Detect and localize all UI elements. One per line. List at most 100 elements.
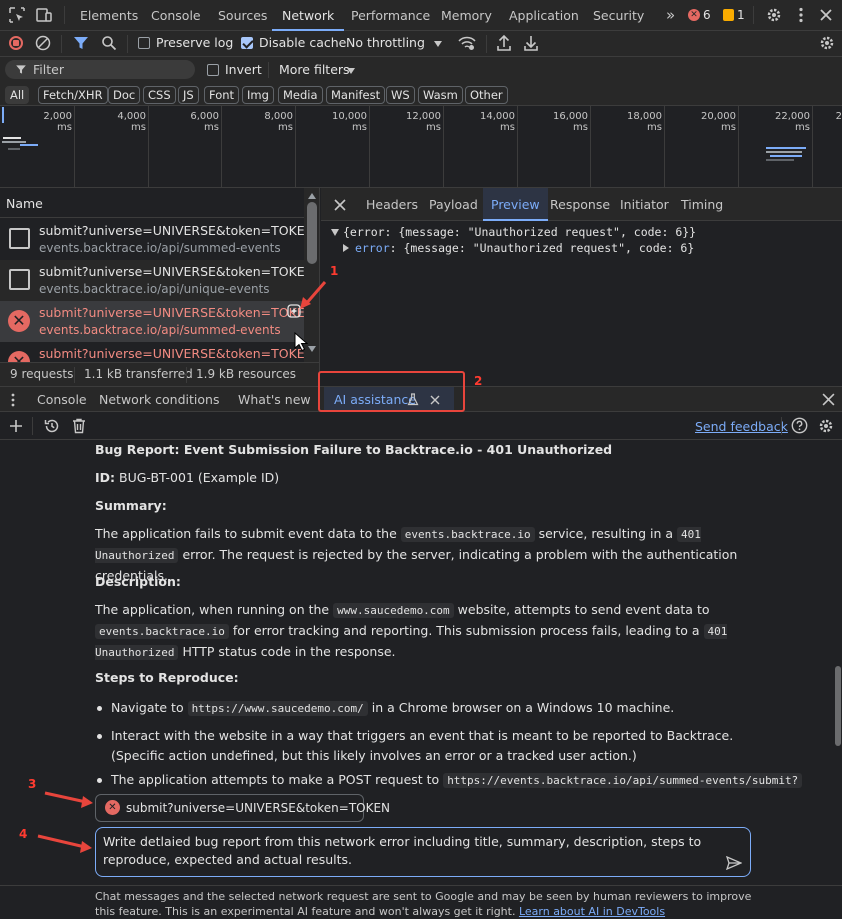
request-url: events.backtrace.io/api/summed-events bbox=[39, 323, 281, 337]
drawer-tab-console[interactable]: Console bbox=[37, 387, 87, 413]
filter-chip-img[interactable]: Img bbox=[242, 86, 274, 104]
send-arrow-icon[interactable] bbox=[726, 856, 742, 870]
network-toolbar: Preserve log Disable cache No throttling bbox=[0, 31, 842, 57]
scrollbar-thumb[interactable] bbox=[307, 202, 317, 264]
help-question-icon[interactable] bbox=[791, 417, 808, 434]
callout-number: 3 bbox=[28, 777, 37, 791]
list-header[interactable]: Name bbox=[0, 188, 304, 218]
invert-checkbox[interactable] bbox=[207, 64, 219, 76]
search-icon[interactable] bbox=[101, 35, 117, 51]
tab-initiator[interactable]: Initiator bbox=[620, 188, 669, 221]
filter-chip-font[interactable]: Font bbox=[204, 86, 240, 104]
tab-elements[interactable]: Elements bbox=[80, 0, 138, 31]
preview-value: : {message: "Unauthorized request", code… bbox=[389, 241, 695, 255]
tab-preview[interactable]: Preview bbox=[483, 188, 548, 221]
close-detail-icon[interactable] bbox=[334, 199, 346, 211]
preserve-log-checkbox[interactable] bbox=[138, 37, 150, 49]
request-row[interactable]: ✕ submit?universe=UNIVERSE&token=TOKEN bbox=[0, 342, 314, 362]
scroll-down-arrow-icon[interactable] bbox=[308, 346, 316, 352]
inspect-element-icon[interactable] bbox=[8, 6, 26, 24]
collapsed-triangle-icon[interactable] bbox=[343, 244, 349, 252]
scroll-up-arrow-icon[interactable] bbox=[308, 193, 316, 199]
close-devtools-icon[interactable] bbox=[817, 6, 835, 24]
filter-chip-all[interactable]: All bbox=[5, 86, 30, 104]
close-drawer-icon[interactable] bbox=[822, 393, 835, 406]
disable-cache-checkbox[interactable] bbox=[241, 37, 253, 49]
preview-key: error bbox=[355, 241, 390, 255]
network-overview-timeline[interactable]: 2,000 ms 4,000 ms 6,000 ms 8,000 ms 10,0… bbox=[0, 106, 842, 188]
error-count[interactable]: 6 bbox=[703, 8, 711, 22]
ai-chat-area: Bug Report: Event Submission Failure to … bbox=[0, 440, 842, 885]
filter-input[interactable]: Filter bbox=[5, 60, 195, 79]
import-har-upload-icon[interactable] bbox=[496, 34, 512, 52]
kebab-menu-icon[interactable] bbox=[792, 6, 810, 24]
description-heading: Description: bbox=[95, 574, 181, 589]
network-conditions-wifi-icon[interactable] bbox=[458, 35, 476, 51]
tab-console[interactable]: Console bbox=[151, 0, 201, 31]
filter-chip-fetch-xhr[interactable]: Fetch/XHR bbox=[38, 86, 108, 104]
tick-label: 6,000 ms bbox=[190, 111, 219, 133]
throttling-select[interactable]: No throttling bbox=[346, 35, 425, 50]
filter-chip-manifest[interactable]: Manifest bbox=[326, 86, 386, 104]
more-filters-button[interactable]: More filters bbox=[279, 62, 350, 77]
new-chat-plus-icon[interactable] bbox=[9, 419, 23, 433]
request-row[interactable]: submit?universe=UNIVERSE&token=TOKEN eve… bbox=[0, 260, 314, 301]
filter-chip-doc[interactable]: Doc bbox=[108, 86, 141, 104]
preview-root-object[interactable]: {error: {message: "Unauthorized request"… bbox=[343, 225, 696, 239]
filter-chip-wasm[interactable]: Wasm bbox=[418, 86, 463, 104]
filter-chip-other[interactable]: Other bbox=[465, 86, 508, 104]
filter-chip-media[interactable]: Media bbox=[278, 86, 323, 104]
more-tabs-icon[interactable]: » bbox=[666, 0, 675, 31]
error-circle-icon: ✕ bbox=[8, 310, 30, 332]
delete-trash-icon[interactable] bbox=[72, 418, 86, 434]
history-icon[interactable] bbox=[44, 418, 60, 434]
tick-label: 20,000 ms bbox=[701, 111, 736, 133]
tab-response[interactable]: Response bbox=[550, 188, 610, 221]
preview-error-property[interactable]: error: {message: "Unauthorized request",… bbox=[355, 241, 694, 255]
context-chip-label: submit?universe=UNIVERSE&token=TOKEN bbox=[126, 801, 391, 815]
request-row[interactable]: submit?universe=UNIVERSE&token=TOKEN eve… bbox=[0, 219, 314, 260]
tick-label: 4,000 ms bbox=[117, 111, 146, 133]
filter-chip-js[interactable]: JS bbox=[178, 86, 199, 104]
tab-payload[interactable]: Payload bbox=[429, 188, 478, 221]
chat-prompt-input[interactable]: Write detlaied bug report from this netw… bbox=[95, 827, 751, 877]
tab-network[interactable]: Network bbox=[271, 0, 345, 31]
network-settings-gear-icon[interactable] bbox=[818, 34, 836, 52]
tab-memory[interactable]: Memory bbox=[441, 0, 492, 31]
drawer-tab-whats-new[interactable]: What's new bbox=[238, 387, 311, 413]
expanded-triangle-icon[interactable] bbox=[331, 229, 339, 236]
tab-application[interactable]: Application bbox=[509, 0, 579, 31]
request-name: submit?universe=UNIVERSE&token=TOKEN bbox=[39, 223, 315, 238]
tab-performance[interactable]: Performance bbox=[351, 0, 430, 31]
chat-scrollbar[interactable] bbox=[834, 440, 842, 885]
drawer-tab-network-conditions[interactable]: Network conditions bbox=[99, 387, 219, 413]
filter-chip-css[interactable]: CSS bbox=[143, 86, 176, 104]
summary-heading: Summary: bbox=[95, 498, 167, 513]
filter-funnel-icon bbox=[16, 65, 26, 74]
tab-headers[interactable]: Headers bbox=[366, 188, 418, 221]
record-icon[interactable] bbox=[9, 36, 23, 50]
clear-icon[interactable] bbox=[35, 35, 51, 51]
bullet bbox=[97, 734, 102, 739]
ai-assistance-toolbar: Send feedback bbox=[0, 412, 842, 440]
settings-gear-icon[interactable] bbox=[765, 6, 783, 24]
export-har-download-icon[interactable] bbox=[523, 34, 539, 52]
device-toolbar-icon[interactable] bbox=[35, 6, 53, 24]
ai-settings-gear-icon[interactable] bbox=[817, 417, 835, 435]
filter-chip-ws[interactable]: WS bbox=[386, 86, 415, 104]
ask-ai-sparkle-icon[interactable] bbox=[287, 304, 301, 318]
description-paragraph: The application, when running on the www… bbox=[95, 602, 728, 660]
warning-count[interactable]: 1 bbox=[737, 8, 745, 22]
tab-security[interactable]: Security bbox=[593, 0, 644, 31]
send-feedback-link[interactable]: Send feedback bbox=[695, 419, 788, 434]
learn-about-ai-link[interactable]: Learn about AI in DevTools bbox=[519, 905, 665, 918]
tick-label: 10,000 ms bbox=[332, 111, 367, 133]
scrollbar-thumb[interactable] bbox=[835, 666, 841, 746]
request-row-selected[interactable]: ✕ submit?universe=UNIVERSE&token=TOKEN e… bbox=[0, 301, 314, 342]
drawer-menu-icon[interactable] bbox=[10, 393, 16, 407]
filter-funnel-icon[interactable] bbox=[73, 35, 89, 51]
tab-timing[interactable]: Timing bbox=[681, 188, 723, 221]
column-name-header: Name bbox=[6, 196, 43, 211]
selected-request-context-chip[interactable]: ✕ submit?universe=UNIVERSE&token=TOKEN bbox=[95, 794, 390, 822]
tab-sources[interactable]: Sources bbox=[218, 0, 267, 31]
